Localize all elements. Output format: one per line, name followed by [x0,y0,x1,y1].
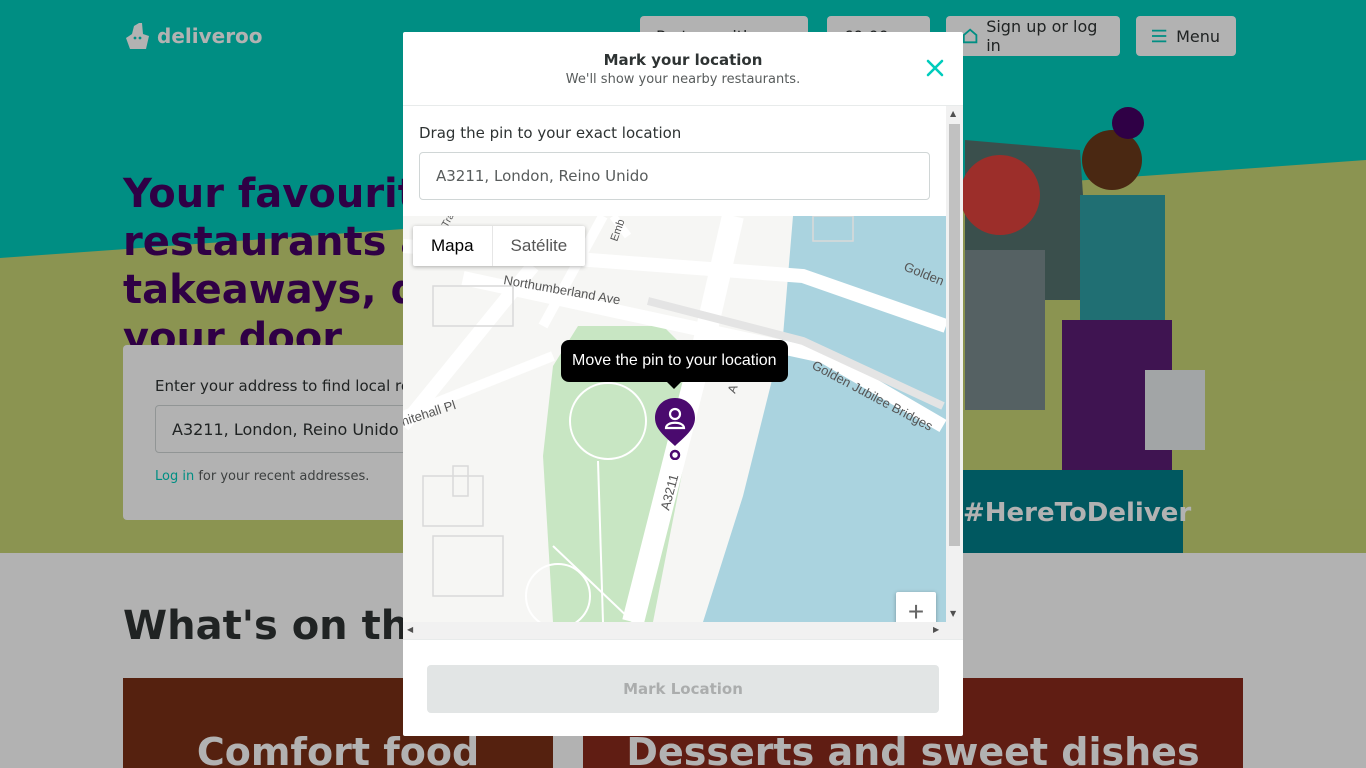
map-type-map-button[interactable]: Mapa [413,226,493,266]
modal-title: Mark your location [603,51,763,69]
scroll-down-icon[interactable]: ▼ [950,609,956,618]
modal-subtitle: We'll show your nearby restaurants. [565,72,801,87]
vertical-scrollbar[interactable]: ▲ ▼ [946,106,963,639]
pin-tooltip: Move the pin to your location [561,340,788,389]
scrollbar-thumb[interactable] [949,124,960,546]
modal-body: Drag the pin to your exact location A321… [403,106,963,639]
location-address-input[interactable] [419,152,930,200]
modal-header: Mark your location We'll show your nearb… [403,32,963,106]
location-pin-icon[interactable] [653,396,697,460]
scroll-up-icon[interactable]: ▲ [950,109,956,118]
scroll-right-icon[interactable]: ▶ [933,625,939,634]
map-type-control: Mapa Satélite [413,226,586,266]
map-view[interactable]: Northumberland Ave Golden Jubilee Bridge… [403,216,946,622]
zoom-in-button[interactable]: + [896,592,936,622]
modal-footer: Mark Location [403,639,963,736]
horizontal-scrollbar[interactable]: ◀ ▶ [403,622,946,639]
map-type-satellite-button[interactable]: Satélite [493,226,586,266]
mark-location-button[interactable]: Mark Location [427,665,939,713]
close-icon[interactable] [923,56,947,80]
drag-pin-label: Drag the pin to your exact location [419,124,682,142]
scroll-left-icon[interactable]: ◀ [407,625,413,634]
mark-location-modal: Mark your location We'll show your nearb… [403,32,963,736]
